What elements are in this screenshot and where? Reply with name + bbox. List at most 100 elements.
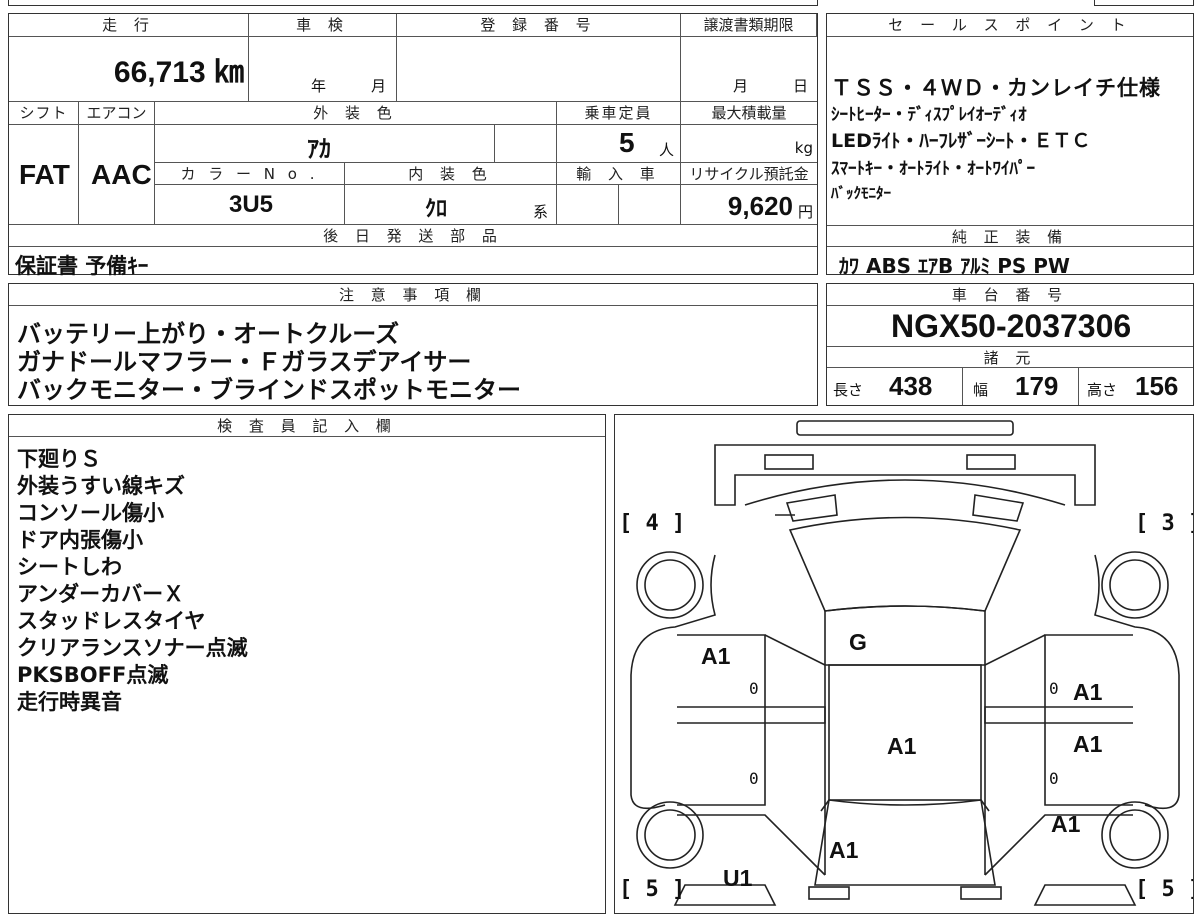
inspector-header: 検 査 員 記 入 欄 (9, 415, 605, 437)
later-parts-header: 後 日 発 送 部 品 (9, 225, 817, 247)
aircon-header: エアコン (79, 102, 155, 125)
inspector-note: シートしわ (17, 555, 122, 579)
deadline-month: 月 (733, 77, 749, 95)
int-color-value: ｸﾛ (425, 197, 448, 222)
shift-header: シフト (9, 102, 79, 125)
deadline-cell: 月 日 (681, 37, 817, 102)
ext-color-value: ｱｶ (307, 135, 331, 163)
front-left-door-mark: A1 (701, 643, 731, 669)
reg-no-cell (397, 37, 681, 102)
top-cutoff-row (8, 0, 818, 6)
mileage-value: 66,713 ㎞ (113, 56, 244, 89)
recycle-unit: 円 (797, 203, 813, 221)
color-no-cell: 3U5 (155, 185, 345, 225)
aircon-value: AAC (91, 159, 152, 190)
ext-color-cell: ｱｶ (155, 125, 495, 163)
color-no-header: カ ラ ー N o . (155, 163, 345, 185)
inspector-note: ドア内張傷小 (17, 528, 143, 552)
chassis-box: 車 台 番 号 NGX50-2037306 諸 元 長さ 438 幅 179 高… (826, 283, 1194, 406)
capacity-value: 5 (619, 127, 635, 158)
zero-mark: 0 (1049, 679, 1059, 698)
capacity-cell: 5 人 (557, 125, 681, 163)
max-load-header: 最大積載量 (681, 102, 817, 125)
deadline-day: 日 (793, 77, 809, 95)
sales-point-line: ｼｰﾄﾋｰﾀｰ・ﾃﾞｨｽﾌﾟﾚｲｵｰﾃﾞｨｵ (831, 105, 1027, 125)
sales-point-line: LEDﾗｲﾄ・ﾊｰﾌﾚｻﾞｰｼｰﾄ・ＥＴＣ (831, 130, 1091, 152)
mileage-cell: 66,713 ㎞ (9, 37, 249, 102)
front-right-door-mark: A1 (1073, 679, 1103, 705)
zero-mark: 0 (749, 679, 759, 698)
import-cell-a (557, 185, 619, 225)
recycle-value: 9,620 (727, 191, 793, 221)
shaken-header: 車 検 (249, 14, 397, 37)
import-header: 輸 入 車 (557, 163, 681, 185)
int-color-suffix: 系 (533, 203, 549, 221)
reg-no-header: 登 録 番 号 (397, 14, 681, 37)
spec-height-value: 156 (1135, 371, 1179, 401)
notes-header: 注 意 事 項 欄 (9, 284, 817, 306)
tire-front-right-rating: [ 3 ] (1135, 511, 1193, 536)
shaken-year: 年 (311, 77, 327, 95)
spec-width-value: 179 (1015, 371, 1059, 401)
inspector-note: 外装うすい線キズ (17, 474, 185, 498)
int-color-header: 内 装 色 (345, 163, 557, 185)
windshield-mark: G (849, 629, 867, 655)
inspector-note: クリアランスソナー点滅 (17, 636, 248, 660)
top-right-cutoff (1094, 0, 1194, 6)
spec-length-value: 438 (889, 371, 933, 401)
genuine-equip-value: ｶﾜ ABS ｴｱB ｱﾙﾐ PS PW (839, 254, 1070, 278)
capacity-header: 乗車定員 (557, 102, 681, 125)
zero-mark: 0 (749, 769, 759, 788)
shaken-cell: 年 月 (249, 37, 397, 102)
spec-height-cell: 高さ 156 (1079, 368, 1193, 405)
tire-front-left-rating: [ 4 ] (619, 511, 686, 536)
max-load-unit: kg (794, 139, 813, 157)
sales-point-header: セ ー ル ス ポ イ ン ト (827, 14, 1193, 37)
tire-rear-left-rating: [ 5 ] (619, 877, 686, 902)
inspector-note: コンソール傷小 (17, 501, 164, 525)
inspector-note: 走行時異音 (17, 690, 122, 714)
spec-width-label: 幅 (973, 381, 989, 399)
notes-box: 注 意 事 項 欄 バッテリー上がり・オートクルーズ ガナドールマフラー・Ｆガラ… (8, 283, 818, 406)
tire-rear-right-rating: [ 5 ] (1135, 877, 1193, 902)
rear-right-door-mark: A1 (1073, 731, 1103, 757)
inspector-note: PKSBOFF点滅 (17, 663, 169, 687)
inspector-note: アンダーカバーＸ (17, 582, 185, 606)
rear-right-quarter-mark: A1 (1051, 811, 1081, 837)
vehicle-info-table: 走 行 車 検 登 録 番 号 譲渡書類期限 66,713 ㎞ 年 月 月 日 … (8, 13, 818, 278)
shift-cell: FAT (9, 125, 79, 225)
recycle-header: リサイクル預託金 (681, 163, 817, 185)
ext-color-sub (495, 125, 557, 163)
note-line: バックモニター・ブラインドスポットモニター (17, 376, 521, 404)
roof-mark: A1 (887, 733, 917, 759)
recycle-cell: 9,620 円 (681, 185, 817, 225)
spec-height-label: 高さ (1087, 381, 1118, 399)
rear-left-quarter-mark: U1 (723, 865, 753, 891)
aircon-cell: AAC (79, 125, 155, 225)
specs-header: 諸 元 (827, 346, 1193, 368)
inspector-box: 検 査 員 記 入 欄 下廻りＳ 外装うすい線キズ コンソール傷小 ドア内張傷小… (8, 414, 606, 914)
sales-point-line: ＴＳＳ・４ＷＤ・カンレイチ仕様 (831, 76, 1161, 100)
mileage-header: 走 行 (9, 14, 249, 37)
zero-mark: 0 (1049, 769, 1059, 788)
sales-point-line: ｽﾏｰﾄｷｰ・ｵｰﾄﾗｲﾄ・ｵｰﾄﾜｲﾊﾟｰ (831, 159, 1035, 179)
sales-point-box: セ ー ル ス ポ イ ン ト ＴＳＳ・４ＷＤ・カンレイチ仕様 ｼｰﾄﾋｰﾀｰ・… (826, 13, 1194, 278)
inspector-note: スタッドレスタイヤ (17, 609, 206, 633)
rear-glass-mark: A1 (829, 837, 859, 863)
color-no-value: 3U5 (229, 191, 274, 218)
ext-color-header: 外 装 色 (155, 102, 557, 125)
spec-length-label: 長さ (833, 381, 864, 399)
spec-width-cell: 幅 179 (963, 368, 1079, 405)
genuine-equip-header: 純 正 装 備 (827, 225, 1193, 247)
max-load-cell: kg (681, 125, 817, 163)
car-diagram-box: [ 4 ] [ 3 ] [ 5 ] [ 5 ] G A1 A1 A1 A1 A1… (614, 414, 1194, 914)
shaken-month: 月 (371, 77, 387, 95)
spec-length-cell: 長さ 438 (827, 368, 963, 405)
chassis-value: NGX50-2037306 (891, 308, 1132, 344)
deadline-header: 譲渡書類期限 (681, 14, 817, 37)
int-color-cell: ｸﾛ 系 (345, 185, 557, 225)
later-parts-value: 保証書 予備ｷｰ (15, 254, 149, 278)
capacity-unit: 人 (659, 141, 675, 159)
import-cell-b (619, 185, 681, 225)
inspector-note: 下廻りＳ (17, 447, 101, 471)
